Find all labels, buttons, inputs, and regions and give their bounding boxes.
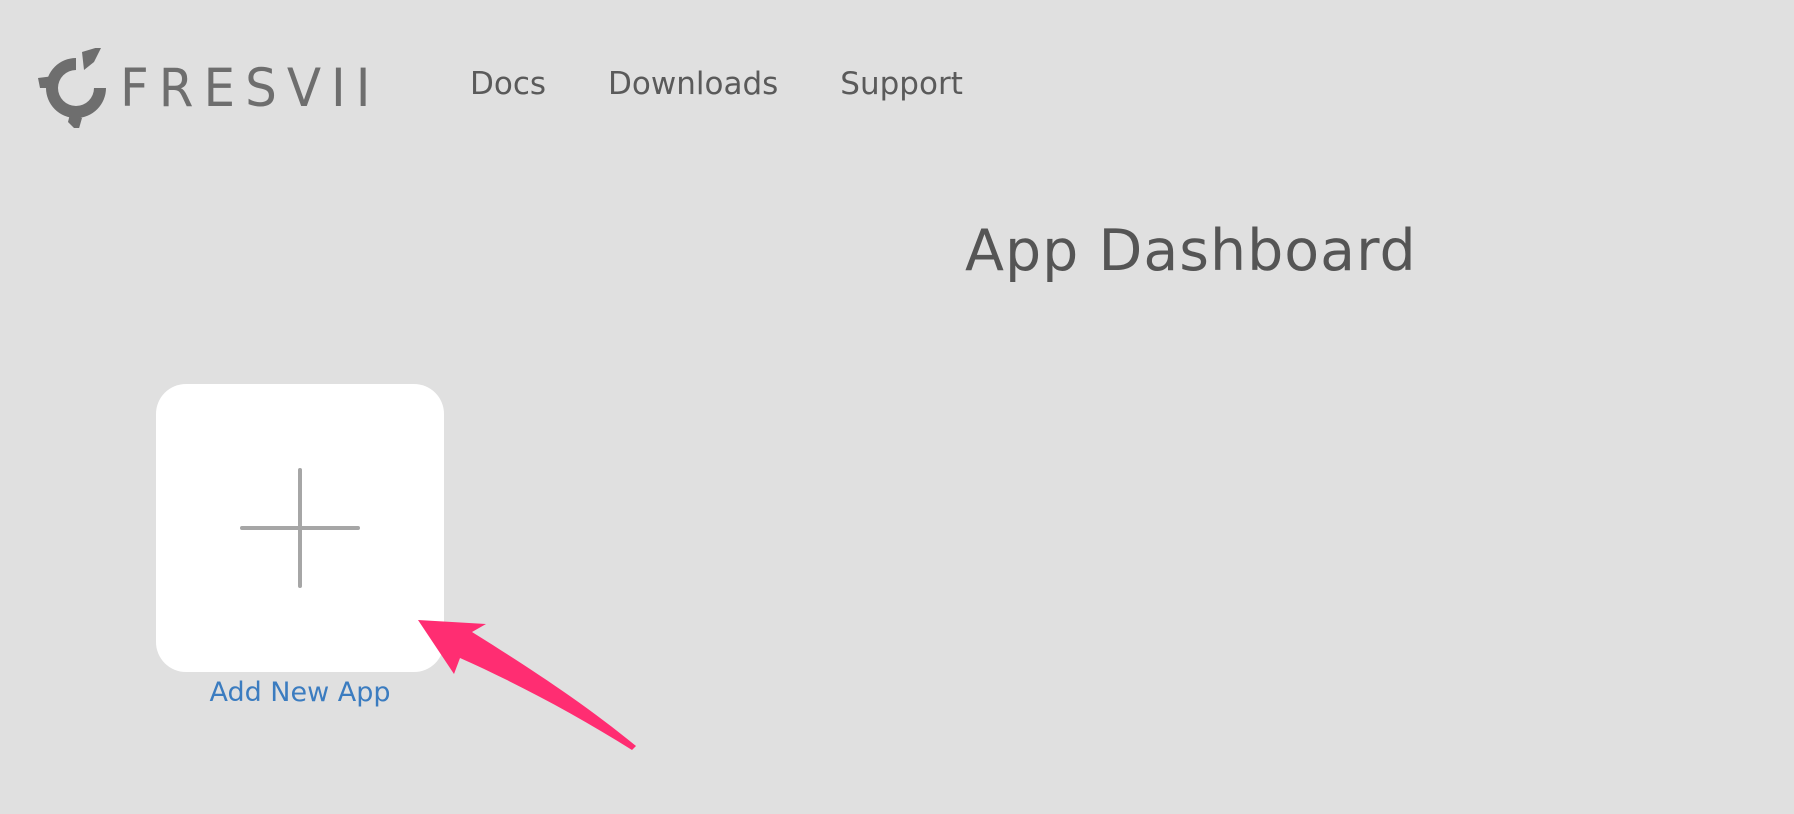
add-new-app-card[interactable]	[156, 384, 444, 672]
page-title: App Dashboard	[965, 218, 1417, 284]
annotation-arrow-icon	[418, 620, 636, 750]
nav-downloads-link[interactable]: Downloads	[608, 66, 778, 102]
plus-icon	[240, 468, 360, 588]
page: FRESVII Docs Downloads Support App Dashb…	[0, 0, 1794, 814]
logo-text: FRESVII	[120, 57, 381, 119]
nav-support-link[interactable]: Support	[840, 66, 963, 102]
logo[interactable]: FRESVII	[36, 48, 381, 128]
add-new-app-link[interactable]: Add New App	[156, 677, 444, 708]
fresvii-logo-icon	[38, 48, 106, 128]
nav-docs-link[interactable]: Docs	[470, 66, 546, 102]
top-nav: Docs Downloads Support	[470, 66, 963, 102]
